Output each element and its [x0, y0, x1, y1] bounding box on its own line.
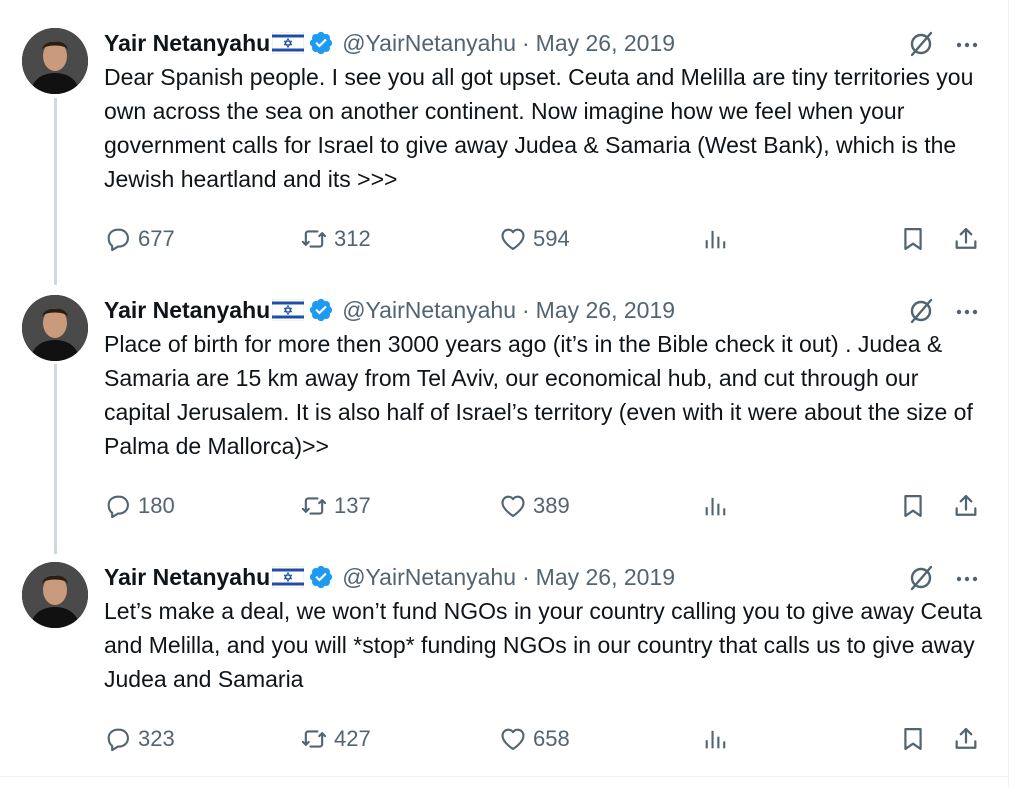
avatar[interactable] [22, 295, 88, 361]
avatar[interactable] [22, 562, 88, 628]
author-name[interactable]: Yair Netanyahu [104, 564, 270, 591]
views-icon [701, 492, 729, 520]
author-name[interactable]: Yair Netanyahu [104, 297, 270, 324]
israel-flag-icon [272, 566, 304, 588]
more-icon[interactable] [953, 31, 981, 59]
share-icon [952, 492, 980, 520]
views-icon [701, 225, 729, 253]
like-count: 594 [533, 226, 570, 251]
israel-flag-icon [272, 299, 304, 321]
share-icon [952, 225, 980, 253]
views-button[interactable] [701, 219, 729, 259]
israel-flag-icon [272, 32, 304, 54]
share-button[interactable] [952, 219, 980, 259]
views-icon [701, 725, 729, 753]
like-button[interactable]: 389 [499, 486, 570, 526]
repost-button[interactable]: 312 [300, 219, 371, 259]
like-button[interactable]: 594 [499, 219, 570, 259]
repost-icon [300, 225, 328, 253]
bookmark-icon [899, 492, 927, 520]
reply-icon [104, 225, 132, 253]
repost-icon [300, 725, 328, 753]
tweet-header: Yair Netanyahu @YairNetanyahu · May 26, … [104, 26, 675, 60]
tweet-actions: 677 312 594 [104, 219, 984, 259]
more-icon[interactable] [953, 298, 981, 326]
share-icon [952, 725, 980, 753]
reply-icon [104, 492, 132, 520]
grok-icon[interactable] [906, 29, 936, 59]
author-handle[interactable]: @YairNetanyahu [342, 30, 516, 57]
bookmark-icon [899, 225, 927, 253]
tweet-date[interactable]: May 26, 2019 [536, 564, 675, 591]
bookmark-button[interactable] [899, 486, 927, 526]
tweet-text: Place of birth for more then 3000 years … [104, 331, 973, 459]
bookmark-button[interactable] [899, 719, 927, 759]
tweet-actions: 180 137 389 [104, 486, 984, 526]
tweet-header: Yair Netanyahu @YairNetanyahu · May 26, … [104, 293, 675, 327]
reply-count: 677 [138, 226, 175, 251]
grok-icon[interactable] [906, 296, 936, 326]
like-icon [499, 225, 527, 253]
tweet-date[interactable]: May 26, 2019 [536, 30, 675, 57]
grok-icon[interactable] [906, 563, 936, 593]
separator: · [521, 296, 530, 323]
tweet-header: Yair Netanyahu @YairNetanyahu · May 26, … [104, 560, 675, 594]
views-button[interactable] [701, 486, 729, 526]
author-handle[interactable]: @YairNetanyahu [342, 297, 516, 324]
tweet-actions: 323 427 658 [104, 719, 984, 759]
reply-button[interactable]: 323 [104, 719, 175, 759]
share-button[interactable] [952, 719, 980, 759]
reply-button[interactable]: 677 [104, 219, 175, 259]
author-handle[interactable]: @YairNetanyahu [342, 564, 516, 591]
like-icon [499, 725, 527, 753]
repost-count: 312 [334, 226, 371, 251]
tweet-1[interactable]: Yair Netanyahu @YairNetanyahu · May 26, … [0, 26, 1008, 266]
tweet-date[interactable]: May 26, 2019 [536, 297, 675, 324]
bookmark-button[interactable] [899, 219, 927, 259]
frame-border [1008, 0, 1009, 788]
views-button[interactable] [701, 719, 729, 759]
reply-count: 323 [138, 726, 175, 751]
tweet-text: Dear Spanish people. I see you all got u… [104, 64, 974, 192]
verified-badge-icon[interactable] [308, 30, 334, 56]
separator: · [521, 29, 530, 56]
repost-count: 137 [334, 493, 371, 518]
author-name[interactable]: Yair Netanyahu [104, 30, 270, 57]
tweet-2[interactable]: Yair Netanyahu @YairNetanyahu · May 26, … [0, 293, 1008, 533]
reply-count: 180 [138, 493, 175, 518]
bottom-divider [0, 776, 1009, 777]
repost-button[interactable]: 137 [300, 486, 371, 526]
repost-count: 427 [334, 726, 371, 751]
bookmark-icon [899, 725, 927, 753]
more-icon[interactable] [953, 565, 981, 593]
reply-button[interactable]: 180 [104, 486, 175, 526]
reply-icon [104, 725, 132, 753]
verified-badge-icon[interactable] [308, 297, 334, 323]
tweet-text: Let’s make a deal, we won’t fund NGOs in… [104, 598, 982, 692]
share-button[interactable] [952, 486, 980, 526]
repost-icon [300, 492, 328, 520]
like-count: 658 [533, 726, 570, 751]
repost-button[interactable]: 427 [300, 719, 371, 759]
avatar[interactable] [22, 28, 88, 94]
tweet-3[interactable]: Yair Netanyahu @YairNetanyahu · May 26, … [0, 560, 1008, 770]
verified-badge-icon[interactable] [308, 564, 334, 590]
separator: · [521, 563, 530, 590]
like-count: 389 [533, 493, 570, 518]
like-button[interactable]: 658 [499, 719, 570, 759]
like-icon [499, 492, 527, 520]
